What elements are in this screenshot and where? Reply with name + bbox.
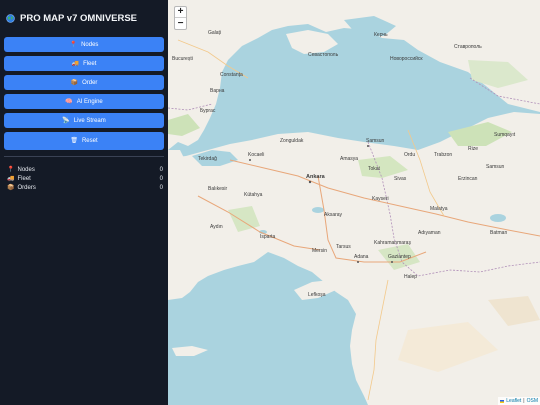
map-label: Kocaeli: [248, 152, 264, 158]
map-label: Керчь: [374, 32, 388, 38]
map-label: Ankara: [306, 174, 326, 180]
map-label: Sumqayıt: [494, 132, 516, 138]
stat-label: Nodes: [17, 166, 35, 173]
map-label: Gaziantep: [388, 254, 411, 260]
map-label: Rize: [468, 146, 478, 152]
zoom-out-button[interactable]: −: [175, 18, 186, 29]
map-label: Halep: [404, 274, 417, 280]
stat-value: 0: [159, 175, 163, 182]
reset-button-label: Reset: [81, 138, 98, 144]
map-label: Kütahya: [244, 192, 263, 198]
map-label: Ordu: [404, 152, 415, 158]
brain-icon: 🧠: [65, 98, 73, 105]
map-label: Balıkesir: [208, 186, 228, 192]
stat-row-fleet: 🚚 Fleet 0: [7, 174, 163, 183]
map-label: Amasya: [340, 156, 358, 162]
fleet-button-label: Fleet: [83, 60, 97, 67]
map-label: Isparta: [260, 234, 276, 240]
map-label: Adıyaman: [418, 230, 441, 236]
stat-value: 0: [159, 166, 163, 173]
sidebar-divider: [4, 156, 164, 157]
stat-label: Orders: [17, 184, 36, 191]
map-label: Варна: [210, 88, 225, 94]
map-label: Sivas: [394, 176, 407, 182]
zoom-control: + −: [174, 6, 187, 30]
leaflet-link[interactable]: Leaflet: [506, 398, 521, 404]
map-label: Malatya: [430, 206, 448, 212]
map-label: Galați: [208, 30, 221, 36]
nodes-button-label: Nodes: [81, 41, 99, 48]
map-label: București: [172, 56, 193, 62]
reset-button[interactable]: 🗑 Reset: [4, 132, 164, 150]
stat-row-nodes: 📍 Nodes 0: [7, 165, 163, 174]
map-label: Mersin: [312, 248, 327, 254]
truck-icon: 🚚: [71, 60, 80, 67]
trash-icon: 🗑: [70, 138, 78, 144]
map-label: Tokat: [368, 166, 381, 172]
map-label: Kayseri: [372, 196, 389, 202]
map-label: Samsun: [366, 138, 385, 144]
map-label: Aksaray: [324, 212, 343, 218]
stat-value: 0: [159, 184, 163, 191]
map-label: Zonguldak: [280, 138, 304, 144]
app-title: PRO MAP v7 OMNIVERSE: [6, 12, 164, 24]
map-label: Новороссийск: [390, 55, 423, 62]
stat-row-orders: 📦 Orders 0: [7, 183, 163, 192]
pin-icon: 📍: [7, 166, 15, 173]
order-button[interactable]: 📦 Order: [4, 75, 164, 90]
ukraine-flag-icon: [500, 399, 505, 403]
map-tiles[interactable]: Galați București Constanța Варна Бургас …: [168, 0, 540, 405]
map-label: Ставрополь: [454, 44, 482, 50]
map-label: Aydın: [210, 224, 223, 230]
map-label: Constanța: [220, 72, 243, 78]
map-label: Samsun: [486, 164, 505, 170]
map-label: Erzincan: [458, 176, 478, 182]
truck-icon: 🚚: [7, 175, 15, 182]
map-attribution: Leaflet | OSM: [498, 397, 540, 405]
live-stream-button[interactable]: 📡 Live Stream: [4, 113, 164, 128]
map-label: Севастополь: [308, 52, 339, 58]
map-view[interactable]: Galați București Constanța Варна Бургас …: [168, 0, 540, 405]
map-label: Batman: [490, 230, 507, 236]
map-label: Adana: [354, 254, 369, 260]
map-label: Trabzon: [434, 152, 452, 158]
attribution-separator: |: [523, 398, 525, 404]
globe-icon: [6, 13, 15, 23]
order-button-label: Order: [82, 79, 98, 86]
map-label: Tarsus: [336, 244, 351, 250]
map-label: Lefkoşa: [308, 292, 326, 298]
satellite-icon: 📡: [62, 117, 70, 124]
stat-label: Fleet: [17, 175, 31, 182]
ai-engine-button[interactable]: 🧠 AI Engine: [4, 94, 164, 109]
pin-icon: 📍: [69, 41, 78, 48]
nodes-button[interactable]: 📍 Nodes: [4, 37, 164, 52]
zoom-in-button[interactable]: +: [175, 7, 186, 18]
package-icon: 📦: [70, 79, 79, 86]
live-stream-button-label: Live Stream: [73, 117, 106, 124]
ai-engine-button-label: AI Engine: [76, 98, 103, 105]
package-icon: 📦: [7, 184, 15, 191]
osm-link[interactable]: OSM: [527, 398, 538, 404]
app-title-text: PRO MAP v7 OMNIVERSE: [20, 12, 138, 24]
map-label: Kahramanmaraş: [374, 240, 411, 246]
fleet-button[interactable]: 🚚 Fleet: [4, 56, 164, 71]
map-label: Tekirdağ: [198, 156, 217, 162]
sidebar: PRO MAP v7 OMNIVERSE 📍 Nodes 🚚 Fleet 📦 O…: [0, 0, 168, 405]
map-label: Бургас: [200, 108, 216, 114]
